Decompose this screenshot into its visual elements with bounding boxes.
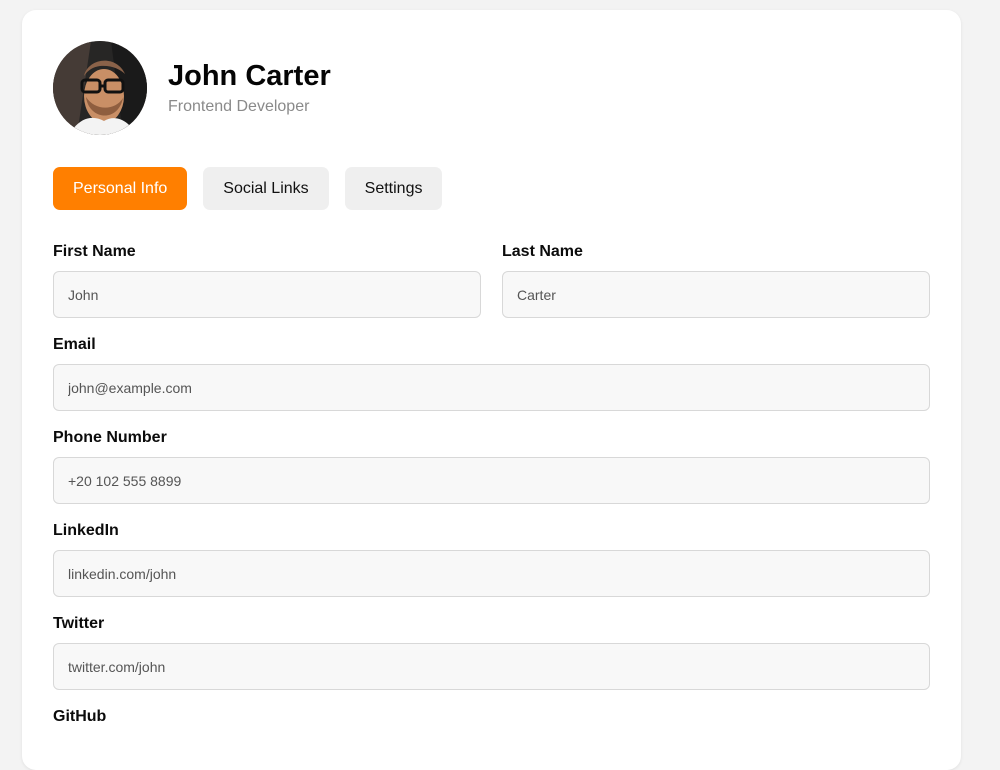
- profile-header: John Carter Frontend Developer: [53, 41, 331, 135]
- phone-group: Phone Number: [53, 428, 930, 504]
- twitter-field[interactable]: [53, 643, 930, 690]
- profile-tabs: Personal Info Social Links Settings: [53, 167, 443, 210]
- email-label: Email: [53, 336, 96, 353]
- first-name-field[interactable]: [53, 271, 481, 318]
- name-row: First Name Last Name: [53, 242, 930, 318]
- twitter-label: Twitter: [53, 615, 105, 632]
- twitter-group: Twitter: [53, 614, 930, 690]
- phone-label: Phone Number: [53, 429, 167, 446]
- github-label: GitHub: [53, 708, 107, 725]
- linkedin-field[interactable]: [53, 550, 930, 597]
- personal-info-form: First Name Last Name Email Phone Number …: [53, 242, 930, 743]
- first-name-group: First Name: [53, 242, 481, 318]
- email-group: Email: [53, 335, 930, 411]
- last-name-group: Last Name: [502, 242, 930, 318]
- profile-name: John Carter: [168, 60, 331, 92]
- first-name-label: First Name: [53, 243, 136, 260]
- linkedin-label: LinkedIn: [53, 522, 119, 539]
- profile-card: John Carter Frontend Developer Personal …: [22, 10, 961, 770]
- tab-personal-info[interactable]: Personal Info: [53, 167, 188, 210]
- profile-role: Frontend Developer: [168, 98, 310, 115]
- linkedin-group: LinkedIn: [53, 521, 930, 597]
- tab-social-links[interactable]: Social Links: [203, 167, 329, 210]
- last-name-field[interactable]: [502, 271, 930, 318]
- email-field[interactable]: [53, 364, 930, 411]
- profile-identity: John Carter Frontend Developer: [168, 59, 331, 117]
- phone-field[interactable]: [53, 457, 930, 504]
- last-name-label: Last Name: [502, 243, 583, 260]
- tab-settings[interactable]: Settings: [344, 167, 443, 210]
- avatar: [53, 41, 147, 135]
- github-group: GitHub: [53, 707, 930, 726]
